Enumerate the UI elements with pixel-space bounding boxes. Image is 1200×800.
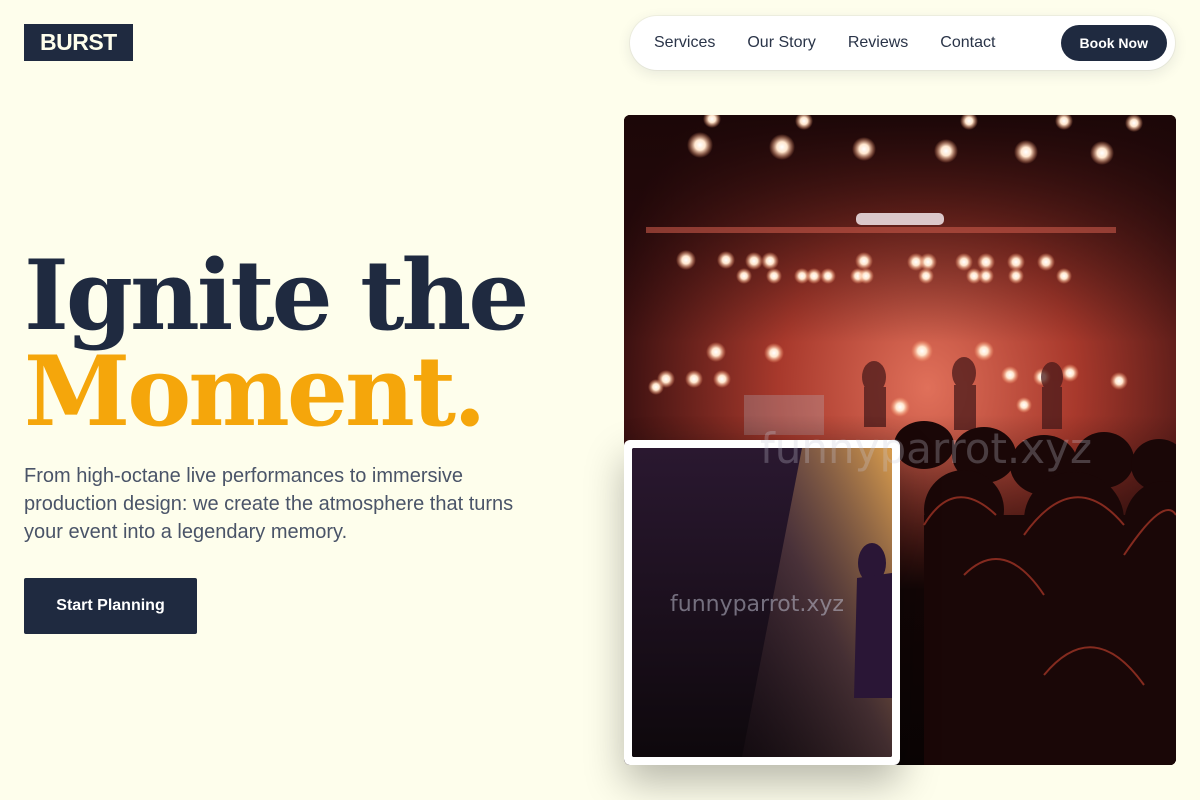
- landing-page: BURST Services Our Story Reviews Contact…: [0, 0, 1200, 800]
- spotlight-performer-image-card: [624, 440, 900, 765]
- nav-link-services[interactable]: Services: [654, 34, 715, 52]
- nav-link-reviews[interactable]: Reviews: [848, 34, 908, 52]
- nav-link-our-story[interactable]: Our Story: [747, 34, 815, 52]
- book-now-button[interactable]: Book Now: [1060, 25, 1167, 61]
- hero-headline-line2: Moment.: [24, 335, 487, 448]
- brand-logo[interactable]: BURST: [24, 24, 133, 61]
- brand-logo-text: BURST: [40, 29, 117, 55]
- nav-link-contact[interactable]: Contact: [940, 34, 995, 52]
- spotlight-performer-image: [632, 448, 892, 757]
- hero-headline: Ignite the Moment.: [24, 239, 529, 448]
- hero-headline-line1: Ignite the: [24, 239, 529, 352]
- start-planning-button[interactable]: Start Planning: [24, 578, 197, 634]
- hero-subtext: From high-octane live performances to im…: [24, 465, 514, 543]
- top-navigation: Services Our Story Reviews Contact Book …: [630, 16, 1175, 70]
